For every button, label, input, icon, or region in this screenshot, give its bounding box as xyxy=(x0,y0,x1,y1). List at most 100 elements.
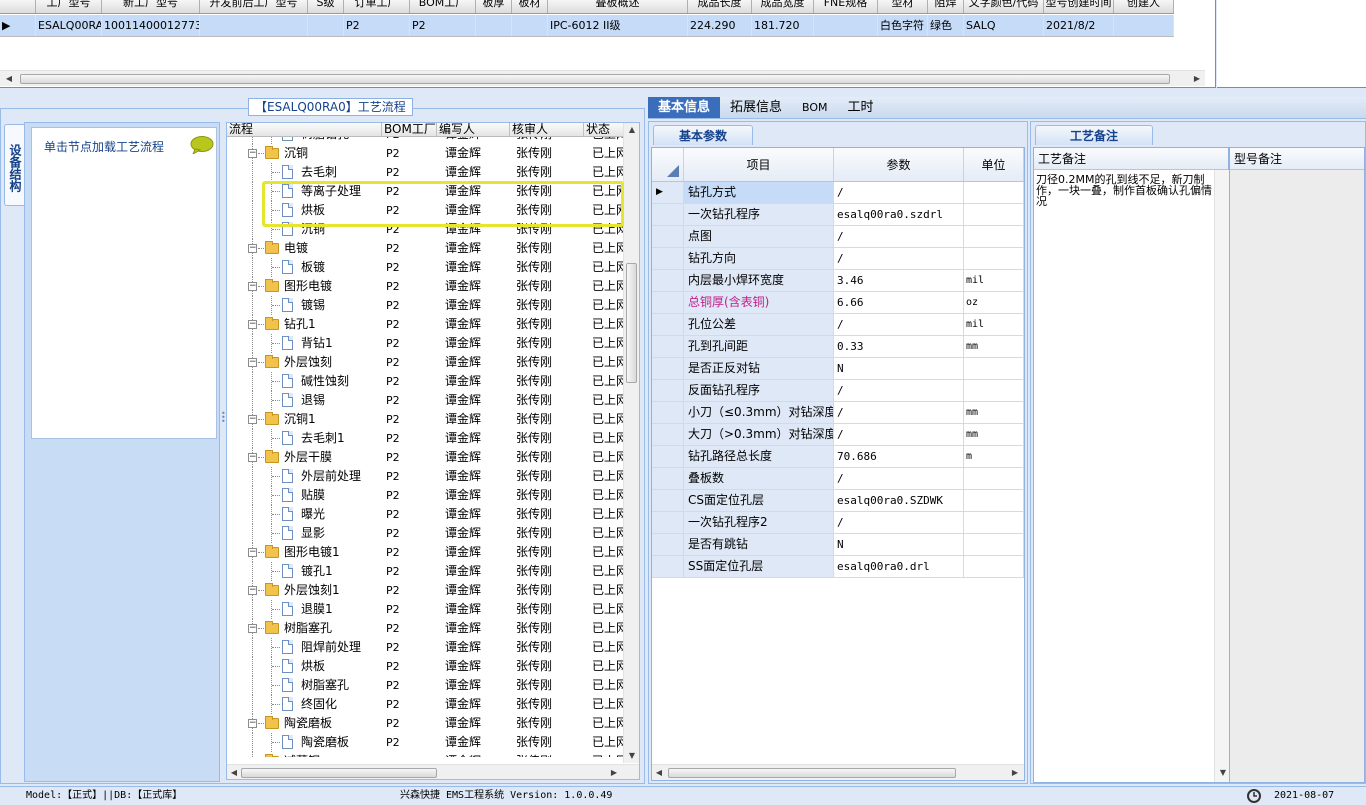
collapse-icon[interactable]: − xyxy=(248,320,257,329)
model-grid-cell[interactable]: 181.720 xyxy=(752,15,814,36)
tree-node-label[interactable]: 电镀 xyxy=(284,239,308,258)
tree-node[interactable]: 碱性蚀刻 xyxy=(227,372,382,391)
params-row[interactable]: 是否正反对钻 N xyxy=(652,358,1024,380)
process-tree-hscrollbar[interactable]: ◀ ▶ xyxy=(227,764,639,779)
model-grid-cell[interactable]: 绿色 xyxy=(928,15,964,36)
model-grid-col-header[interactable]: BOM工厂 xyxy=(410,0,476,13)
row-header[interactable] xyxy=(652,512,684,533)
tree-node-label[interactable]: 碱性蚀刻 xyxy=(301,372,349,391)
params-row[interactable]: 大刀（>0.3mm）对钻深度 / mm xyxy=(652,424,1024,446)
row-indicator-icon[interactable]: ▶ xyxy=(0,15,36,36)
collapse-icon[interactable]: − xyxy=(248,453,257,462)
row-header[interactable] xyxy=(652,270,684,291)
model-grid-col-header[interactable] xyxy=(0,0,36,13)
tree-row[interactable]: 终固化 P2 谭金辉 张传刚 已上网 xyxy=(227,695,627,714)
tree-row[interactable]: 等离子处理 P2 谭金辉 张传刚 已上网 xyxy=(227,182,627,201)
param-value[interactable]: / xyxy=(834,402,964,423)
col-value-header[interactable]: 参数 xyxy=(834,148,964,181)
row-header[interactable] xyxy=(652,446,684,467)
tree-node-label[interactable]: 陶瓷磨板 xyxy=(301,733,349,752)
tree-row[interactable]: 碱性蚀刻 P2 谭金辉 张传刚 已上网 xyxy=(227,372,627,391)
scroll-down-arrow-icon[interactable]: ▼ xyxy=(624,749,639,763)
tree-node-label[interactable]: 外层蚀刻 xyxy=(284,353,332,372)
param-value[interactable]: esalq00ra0.SZDWK xyxy=(834,490,964,511)
tree-node[interactable]: − 图形电镀1 xyxy=(227,543,382,562)
tree-node[interactable]: 阻焊前处理 xyxy=(227,638,382,657)
tree-node-label[interactable]: 退锡 xyxy=(301,391,325,410)
row-header[interactable] xyxy=(652,204,684,225)
row-header[interactable] xyxy=(652,556,684,577)
tree-node-label[interactable]: 树脂塞孔 xyxy=(284,619,332,638)
tree-node[interactable]: − 电镀 xyxy=(227,239,382,258)
speech-bubble-icon[interactable] xyxy=(190,136,214,154)
tree-node[interactable]: 退膜1 xyxy=(227,600,382,619)
model-grid-cell[interactable]: P2 xyxy=(344,15,410,36)
device-structure-tab[interactable]: 设备结构 xyxy=(4,124,24,206)
model-grid-col-header[interactable]: 型号创建时间 xyxy=(1044,0,1114,13)
tree-node[interactable]: −减薄铜 xyxy=(227,752,382,757)
tree-node-label[interactable]: 钻孔1 xyxy=(284,315,316,334)
params-row[interactable]: 内层最小焊环宽度 3.46 mil xyxy=(652,270,1024,292)
collapse-icon[interactable]: − xyxy=(248,548,257,557)
row-header[interactable] xyxy=(652,490,684,511)
tree-node[interactable]: − 沉铜 xyxy=(227,144,382,163)
tree-row[interactable]: 曝光 P2 谭金辉 张传刚 已上网 xyxy=(227,505,627,524)
params-hscrollbar[interactable]: ◀ ▶ xyxy=(652,764,1024,780)
param-value[interactable]: / xyxy=(834,512,964,533)
model-grid-col-header[interactable]: S级 xyxy=(308,0,344,13)
params-row[interactable]: 孔位公差 / mil xyxy=(652,314,1024,336)
row-header[interactable] xyxy=(652,248,684,269)
tree-node-label[interactable]: 沉铜1 xyxy=(284,410,316,429)
collapse-icon[interactable]: − xyxy=(248,415,257,424)
model-grid-col-header[interactable]: 创建人 xyxy=(1114,0,1174,13)
tree-node-label[interactable]: 沉铜 xyxy=(284,144,308,163)
tree-row[interactable]: 烘板 P2 谭金辉 张传刚 已上网 xyxy=(227,201,627,220)
params-row[interactable]: 钻孔方向 / xyxy=(652,248,1024,270)
tree-node-label[interactable]: 减薄铜 xyxy=(284,752,320,757)
tree-node[interactable]: − 钻孔1 xyxy=(227,315,382,334)
params-row[interactable]: 一次钻孔程序 esalq00ra0.szdrl xyxy=(652,204,1024,226)
model-grid-cell[interactable]: 2021/8/2 xyxy=(1044,15,1114,36)
tree-row[interactable]: 树脂塞孔 P2 谭金辉 张传刚 已上网 xyxy=(227,676,627,695)
tree-row[interactable]: − 外层干膜 P2 谭金辉 张传刚 已上网 xyxy=(227,448,627,467)
tree-row[interactable]: 陶瓷磨板 P2 谭金辉 张传刚 已上网 xyxy=(227,733,627,752)
model-grid-col-header[interactable]: 成品长度 xyxy=(688,0,752,13)
scroll-left-arrow-icon[interactable]: ◀ xyxy=(227,765,241,779)
tree-node-label[interactable]: 曝光 xyxy=(301,505,325,524)
tree-row[interactable]: − 钻孔1 P2 谭金辉 张传刚 已上网 xyxy=(227,315,627,334)
tree-row[interactable]: − 沉铜1 P2 谭金辉 张传刚 已上网 xyxy=(227,410,627,429)
param-value[interactable]: / xyxy=(834,424,964,445)
scroll-right-arrow-icon[interactable]: ▶ xyxy=(1190,71,1204,87)
tree-row[interactable]: 退锡 P2 谭金辉 张传刚 已上网 xyxy=(227,391,627,410)
tab-extended-info[interactable]: 拓展信息 xyxy=(720,97,792,118)
tree-row[interactable]: 贴膜 P2 谭金辉 张传刚 已上网 xyxy=(227,486,627,505)
tab-bom[interactable]: BOM xyxy=(792,97,838,118)
tree-node-label[interactable]: 贴膜 xyxy=(301,486,325,505)
tree-node[interactable]: 沉铜 xyxy=(227,220,382,239)
tree-row[interactable]: 去毛刺1 P2 谭金辉 张传刚 已上网 xyxy=(227,429,627,448)
process-tree-grid[interactable]: 树脂钻孔P2谭金辉张传刚已上网−沉铜P2谭金辉张传刚已上网去毛刺P2谭金辉张传刚… xyxy=(226,122,640,780)
model-grid-cell[interactable] xyxy=(476,15,512,36)
process-notes-text[interactable]: 刀径0.2MM的孔到线不足，新刀制作，一块一叠，制作首板确认孔偏情况 xyxy=(1036,174,1212,207)
tree-node-label[interactable]: 镀锡 xyxy=(301,296,325,315)
tree-node-label[interactable]: 等离子处理 xyxy=(301,182,361,201)
tree-node-label[interactable]: 陶瓷磨板 xyxy=(284,714,332,733)
tree-row[interactable]: − 电镀 P2 谭金辉 张传刚 已上网 xyxy=(227,239,627,258)
params-row[interactable]: ▶ 钻孔方式 / xyxy=(652,182,1024,204)
model-grid-cell[interactable]: IPC-6012 II级 xyxy=(548,15,688,36)
scroll-left-arrow-icon[interactable]: ◀ xyxy=(652,765,666,780)
col-unit-header[interactable]: 单位 xyxy=(964,148,1024,181)
scroll-left-arrow-icon[interactable]: ◀ xyxy=(2,71,16,87)
params-row[interactable]: 反面钻孔程序 / xyxy=(652,380,1024,402)
basic-params-title[interactable]: 基本参数 xyxy=(653,125,753,145)
tree-node[interactable]: 陶瓷磨板 xyxy=(227,733,382,752)
tree-node[interactable]: 贴膜 xyxy=(227,486,382,505)
scroll-up-arrow-icon[interactable]: ▲ xyxy=(624,123,639,137)
tree-node-label[interactable]: 烘板 xyxy=(301,657,325,676)
params-row[interactable]: 叠板数 / xyxy=(652,468,1024,490)
device-load-hint[interactable]: 单击节点加载工艺流程 xyxy=(44,138,164,155)
tree-node[interactable]: 终固化 xyxy=(227,695,382,714)
row-indicator-icon[interactable]: ▶ xyxy=(652,182,684,203)
tree-row[interactable]: 背钻1 P2 谭金辉 张传刚 已上网 xyxy=(227,334,627,353)
scroll-right-arrow-icon[interactable]: ▶ xyxy=(607,765,621,779)
